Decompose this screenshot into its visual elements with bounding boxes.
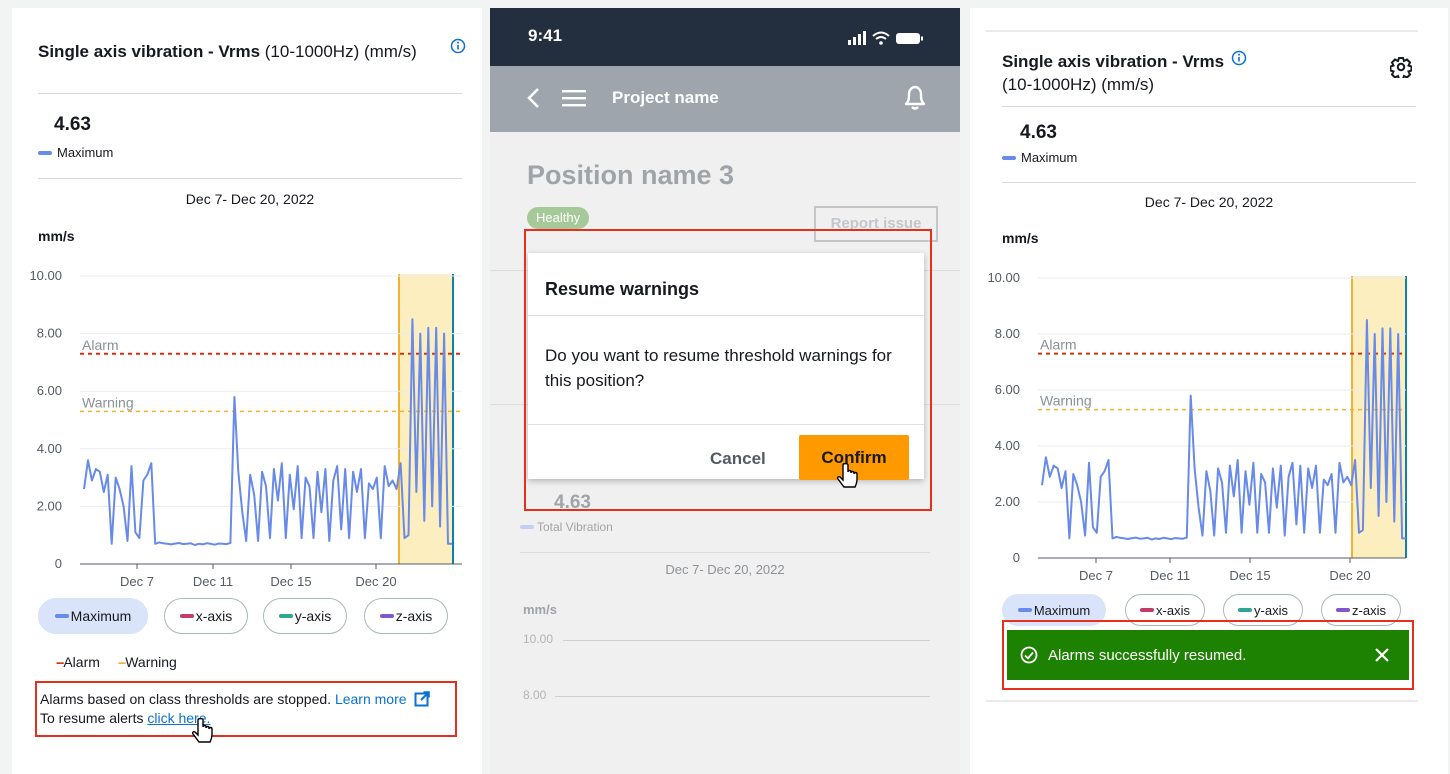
callout-highlight bbox=[524, 229, 932, 511]
status-badge: Healthy bbox=[527, 207, 590, 229]
x-tick-label: Dec 11 bbox=[1150, 568, 1190, 583]
warning-label: Warning bbox=[82, 394, 134, 410]
x-tick-label: Dec 7 bbox=[120, 574, 154, 588]
mobile-dialog-screen: 9:41 Project name Position name 3 Health… bbox=[490, 8, 960, 774]
date-range: Dec 7- Dec 20, 2022 bbox=[185, 191, 315, 207]
y-tick-label: 10.00 bbox=[29, 268, 62, 283]
y-tick-label: 0 bbox=[1013, 550, 1020, 565]
bg-y-tick: 8.00 bbox=[523, 688, 547, 702]
bg-y-tick: 10.00 bbox=[523, 632, 554, 646]
y-tick-label: 0 bbox=[55, 556, 62, 571]
position-name: Position name 3 bbox=[527, 160, 735, 190]
x-tick-label: Dec 20 bbox=[355, 574, 396, 588]
gear-icon[interactable] bbox=[1390, 56, 1412, 78]
filter-x-axis[interactable]: x-axis bbox=[164, 598, 248, 634]
vibration-line-chart: 10.00 8.00 6.00 4.00 2.00 0 Dec 7 Dec 11 Dec 15 D… bbox=[29, 268, 462, 588]
y-tick-label: 2.00 bbox=[995, 494, 1020, 509]
hamburger-icon[interactable] bbox=[562, 89, 588, 107]
filter-y-axis[interactable]: y-axis bbox=[263, 598, 347, 634]
x-tick-label: Dec 20 bbox=[1329, 568, 1370, 583]
status-bar: 9:41 bbox=[490, 8, 960, 66]
vibration-line-chart: 10.00 8.00 6.00 4.00 2.00 0 Dec 7 Dec 11 Dec 15 D… bbox=[987, 270, 1407, 583]
warning-label: Warning bbox=[1040, 393, 1092, 409]
filter-z-axis[interactable]: z-axis bbox=[364, 598, 448, 634]
vibration-card-after: Single axis vibration - Vrms (10-1000Hz)… bbox=[970, 8, 1448, 774]
x-tick-label: Dec 7 bbox=[1079, 568, 1113, 583]
info-circle-icon[interactable] bbox=[1231, 50, 1247, 66]
info-circle-icon[interactable] bbox=[450, 38, 466, 54]
bg-unit: mm/s bbox=[523, 602, 557, 617]
alarm-label: Alarm bbox=[1040, 337, 1077, 353]
y-axis-unit: mm/s bbox=[38, 228, 75, 244]
hand-cursor-icon bbox=[192, 718, 213, 743]
alarm-label: Alarm bbox=[82, 337, 119, 353]
value-legend: Maximum bbox=[1002, 150, 1077, 165]
vibration-card-before: Single axis vibration - Vrms (10-1000Hz)… bbox=[12, 8, 482, 774]
y-tick-label: 4.00 bbox=[37, 441, 62, 456]
x-tick-label: Dec 15 bbox=[1229, 568, 1270, 583]
hand-cursor-icon bbox=[837, 463, 858, 488]
bg-date-range: Dec 7- Dec 20, 2022 bbox=[665, 562, 785, 577]
max-value: 4.63 bbox=[1020, 122, 1057, 143]
y-tick-label: 8.00 bbox=[37, 326, 62, 341]
callout-highlight bbox=[1002, 620, 1414, 690]
signal-wifi-battery-icon bbox=[848, 31, 923, 45]
max-value: 4.63 bbox=[54, 114, 91, 135]
y-tick-label: 6.00 bbox=[995, 382, 1020, 397]
threshold-legend: --Alarm --Warning bbox=[56, 654, 177, 670]
y-tick-label: 8.00 bbox=[995, 326, 1020, 341]
status-time: 9:41 bbox=[528, 26, 563, 45]
y-tick-label: 2.00 bbox=[37, 498, 62, 513]
y-tick-label: 6.00 bbox=[37, 383, 62, 398]
callout-highlight bbox=[35, 681, 457, 737]
bell-icon[interactable] bbox=[902, 84, 928, 112]
app-navbar: Project name bbox=[490, 66, 960, 132]
y-tick-label: 10.00 bbox=[987, 270, 1020, 285]
card-title: Single axis vibration - Vrms (10-1000Hz)… bbox=[1002, 50, 1382, 96]
bg-value-legend: Total Vibration bbox=[520, 520, 613, 534]
x-tick-label: Dec 15 bbox=[270, 574, 311, 588]
project-name: Project name bbox=[612, 88, 719, 107]
card-title: Single axis vibration - Vrms (10-1000Hz)… bbox=[38, 42, 417, 61]
y-axis-unit: mm/s bbox=[1002, 230, 1039, 246]
value-legend: Maximum bbox=[38, 145, 113, 160]
filter-maximum[interactable]: Maximum bbox=[38, 598, 148, 634]
y-tick-label: 4.00 bbox=[995, 438, 1020, 453]
date-range: Dec 7- Dec 20, 2022 bbox=[1144, 194, 1274, 210]
chevron-left-icon[interactable] bbox=[526, 87, 540, 109]
x-tick-label: Dec 11 bbox=[193, 574, 233, 588]
